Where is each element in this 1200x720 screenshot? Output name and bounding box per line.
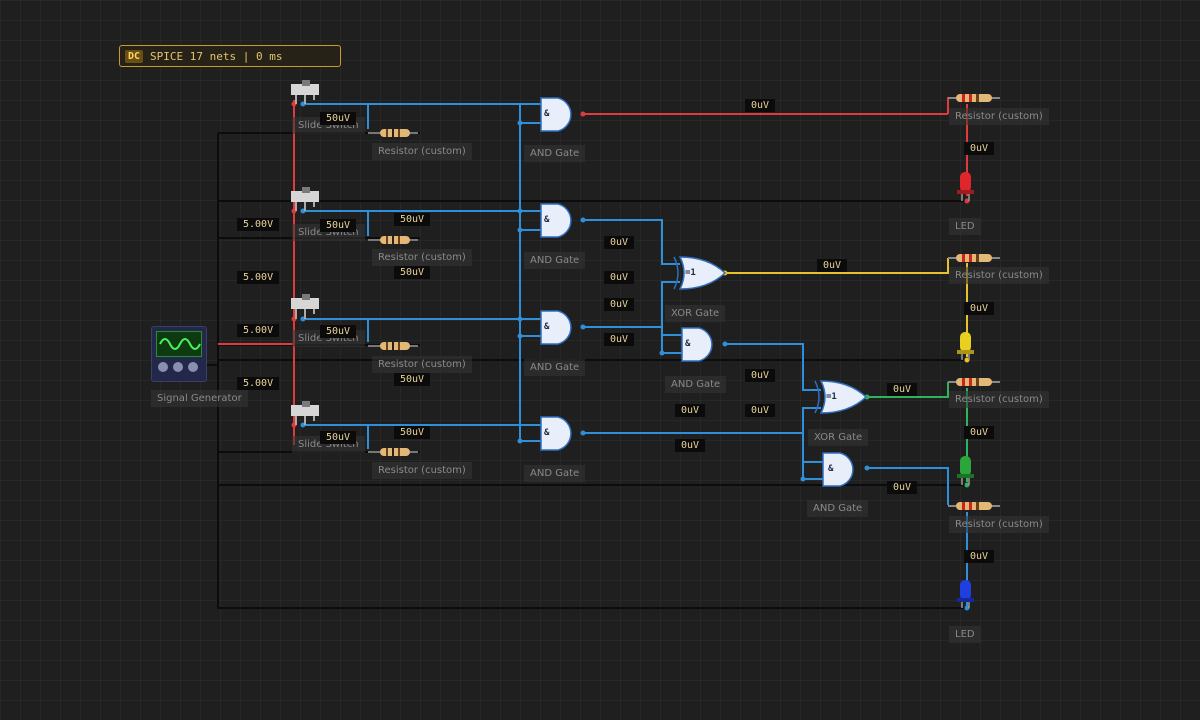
voltage-probe: 50uV: [394, 213, 431, 226]
resistor-label: Resistor (custom): [949, 516, 1049, 533]
knob-icon[interactable]: [173, 362, 183, 372]
voltage-probe: 0uV: [745, 404, 776, 417]
status-mode-badge: DC: [125, 49, 144, 63]
resistor-icon[interactable]: [368, 448, 418, 456]
resistor-label: Resistor (custom): [372, 143, 472, 160]
resistor-label: Resistor (custom): [949, 108, 1049, 125]
slide-switch-icon[interactable]: [291, 294, 319, 319]
voltage-probe: 0uV: [604, 236, 635, 249]
voltage-probe: 50uV: [394, 266, 431, 279]
knob-icon[interactable]: [188, 362, 198, 372]
led-icon[interactable]: [957, 456, 974, 485]
xor-output-wire-1: [725, 258, 968, 357]
voltage-probe: 5.00V: [237, 218, 280, 231]
sine-wave-icon: [156, 331, 202, 357]
xor-gate-1[interactable]: [673, 256, 727, 290]
led-label: LED: [949, 218, 981, 235]
voltage-probe: 0uV: [887, 481, 918, 494]
and-gate-symbol: &: [828, 464, 834, 474]
and-gate-label: AND Gate: [524, 359, 586, 376]
resistor-icon[interactable]: [368, 129, 418, 137]
led-label: LED: [949, 626, 981, 643]
and-gate-symbol: &: [544, 109, 550, 119]
xor-gate-2[interactable]: [814, 380, 868, 414]
and-gate-symbol: &: [685, 339, 691, 349]
resistor-label: Resistor (custom): [372, 462, 472, 479]
xor-gate-label: XOR Gate: [808, 429, 869, 446]
signal-generator[interactable]: [151, 326, 207, 382]
signal-generator-label: Signal Generator: [151, 390, 248, 407]
voltage-probe: 0uV: [675, 439, 706, 452]
led-icon[interactable]: [957, 580, 974, 608]
and-gate-label: AND Gate: [807, 500, 869, 517]
knob-icon[interactable]: [158, 362, 168, 372]
voltage-probe: 0uV: [604, 271, 635, 284]
slide-switch-icon[interactable]: [291, 80, 319, 104]
voltage-probe: 0uV: [964, 550, 995, 563]
and-gate-label: AND Gate: [524, 252, 586, 269]
voltage-probe: 0uV: [604, 298, 635, 311]
voltage-probe: 50uV: [320, 431, 357, 444]
voltage-probe: 0uV: [964, 302, 995, 315]
resistor-label: Resistor (custom): [949, 391, 1049, 408]
and-gate-symbol: &: [544, 215, 550, 225]
and-gate-symbol: &: [544, 322, 550, 332]
resistor-icon[interactable]: [948, 502, 1000, 510]
voltage-probe: 0uV: [745, 99, 776, 112]
voltage-probe: 0uV: [675, 404, 706, 417]
voltage-probe: 0uV: [887, 383, 918, 396]
slide-switch-icon[interactable]: [291, 187, 319, 211]
voltage-probe: 50uV: [320, 325, 357, 338]
voltage-probe: 50uV: [394, 426, 431, 439]
status-text: SPICE 17 nets | 0 ms: [150, 49, 283, 63]
and-gate-label: AND Gate: [524, 145, 586, 162]
and-gate-label: AND Gate: [665, 376, 727, 393]
led-icon[interactable]: [957, 172, 974, 201]
resistor-icon[interactable]: [948, 254, 1000, 262]
resistor-icon[interactable]: [948, 94, 1000, 102]
voltage-probe: 5.00V: [237, 377, 280, 390]
xor-gate-label: XOR Gate: [665, 305, 726, 322]
voltage-probe: 0uV: [817, 259, 848, 272]
and-gate-symbol: &: [544, 428, 550, 438]
signal-wires: [303, 103, 968, 606]
voltage-probe: 0uV: [604, 333, 635, 346]
voltage-probe: 50uV: [320, 112, 357, 125]
xor-gate-symbol: =1: [685, 268, 696, 278]
voltage-probe: 0uV: [745, 369, 776, 382]
resistor-label: Resistor (custom): [949, 267, 1049, 284]
voltage-probe: 50uV: [394, 373, 431, 386]
voltage-probe: 50uV: [320, 219, 357, 232]
resistor-icon[interactable]: [948, 378, 1000, 386]
voltage-probe: 5.00V: [237, 271, 280, 284]
resistor-label: Resistor (custom): [372, 249, 472, 266]
simulation-status: DC SPICE 17 nets | 0 ms: [119, 45, 341, 67]
voltage-probe: 0uV: [964, 142, 995, 155]
led-icon[interactable]: [957, 332, 974, 360]
and-gate-label: AND Gate: [524, 465, 586, 482]
voltage-probe: 5.00V: [237, 324, 280, 337]
slide-switch-icon[interactable]: [291, 401, 319, 425]
xor-gate-symbol: =1: [826, 392, 837, 402]
voltage-probe: 0uV: [964, 426, 995, 439]
resistor-icon[interactable]: [368, 342, 418, 350]
resistor-label: Resistor (custom): [372, 356, 472, 373]
